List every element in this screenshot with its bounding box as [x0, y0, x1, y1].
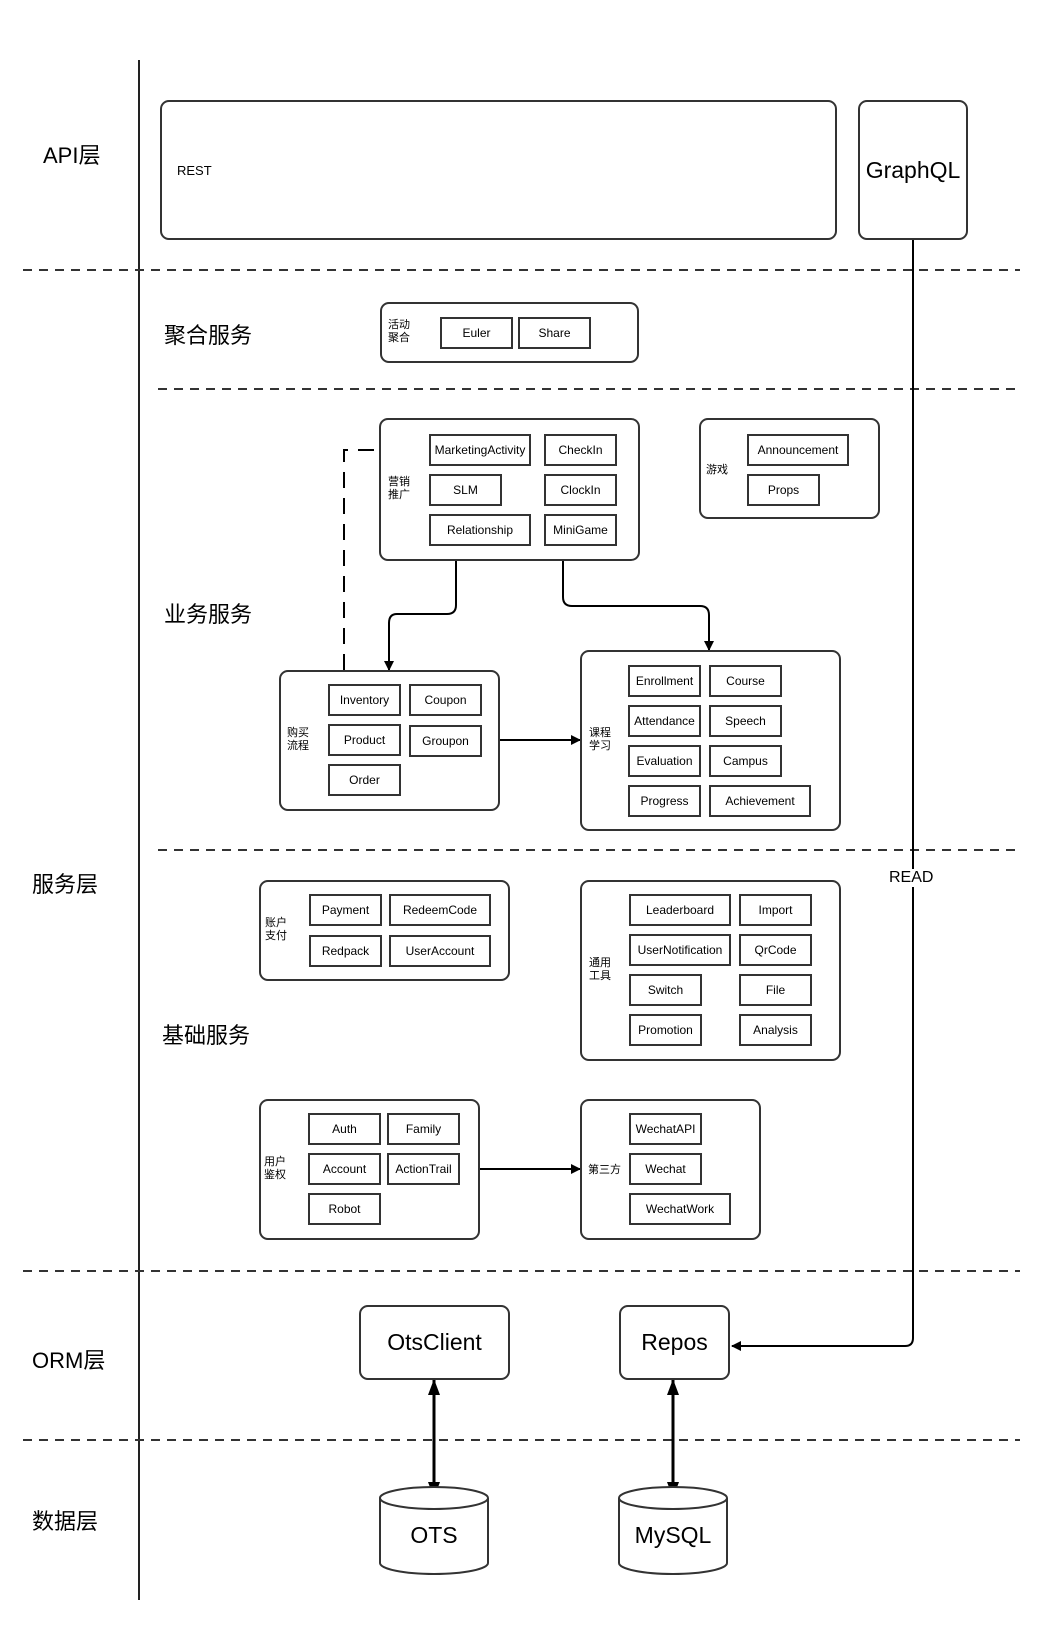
module-evaluation[interactable]: Evaluation — [628, 745, 701, 777]
module-slm[interactable]: SLM — [429, 474, 502, 506]
module-campus[interactable]: Campus — [709, 745, 782, 777]
module-redeemcode[interactable]: RedeemCode — [389, 894, 491, 926]
rest-label: REST — [177, 163, 212, 178]
module-actiontrail[interactable]: ActionTrail — [387, 1153, 460, 1185]
module-minigame[interactable]: MiniGame — [544, 514, 617, 546]
module-promotion[interactable]: Promotion — [629, 1014, 702, 1046]
ots-db-label: OTS — [410, 1522, 458, 1548]
module-wechat[interactable]: Wechat — [629, 1153, 702, 1185]
mysql-db-label: MySQL — [634, 1522, 712, 1548]
section-label-foundation: 基础服务 — [162, 1023, 251, 1048]
section-label-aggregate: 聚合服务 — [164, 323, 253, 348]
module-attendance[interactable]: Attendance — [628, 705, 701, 737]
module-product[interactable]: Product — [328, 724, 401, 756]
module-enrollment[interactable]: Enrollment — [628, 665, 701, 697]
module-payment[interactable]: Payment — [309, 894, 382, 926]
layer-label-api: API层 — [43, 143, 101, 168]
module-account[interactable]: Account — [308, 1153, 381, 1185]
module-inventory[interactable]: Inventory — [328, 684, 401, 716]
module-wechatapi[interactable]: WechatAPI — [629, 1113, 702, 1145]
otsclient-label: OtsClient — [387, 1329, 482, 1355]
module-marketingactivity[interactable]: MarketingActivity — [429, 434, 531, 466]
group-label-course: 课程 学习 — [589, 727, 611, 752]
repos-label: Repos — [641, 1329, 708, 1355]
module-progress[interactable]: Progress — [628, 785, 701, 817]
module-achievement[interactable]: Achievement — [709, 785, 811, 817]
graphql-api-box[interactable]: GraphQL — [858, 100, 968, 240]
module-relationship[interactable]: Relationship — [429, 514, 531, 546]
module-checkin[interactable]: CheckIn — [544, 434, 617, 466]
module-leaderboard[interactable]: Leaderboard — [629, 894, 731, 926]
group-label-marketing: 营销 推广 — [388, 476, 410, 501]
module-props[interactable]: Props — [747, 474, 820, 506]
module-usernotification[interactable]: UserNotification — [629, 934, 731, 966]
module-groupon[interactable]: Groupon — [409, 725, 482, 757]
module-redpack[interactable]: Redpack — [309, 935, 382, 967]
module-file[interactable]: File — [739, 974, 812, 1006]
group-label-common-tools: 通用 工具 — [589, 957, 611, 982]
edge-marketing-to-course — [562, 561, 714, 651]
module-wechatwork[interactable]: WechatWork — [629, 1193, 731, 1225]
group-label-purchase: 购买 流程 — [287, 727, 309, 752]
module-euler[interactable]: Euler — [440, 317, 513, 349]
module-switch[interactable]: Switch — [629, 974, 702, 1006]
edge-marketing-to-purchase — [384, 561, 457, 671]
module-robot[interactable]: Robot — [308, 1193, 381, 1225]
read-edge-label: READ — [888, 869, 935, 887]
module-analysis[interactable]: Analysis — [739, 1014, 812, 1046]
module-course[interactable]: Course — [709, 665, 782, 697]
connector-layer — [23, 60, 1020, 1600]
module-useraccount[interactable]: UserAccount — [389, 935, 491, 967]
group-label-activity-aggregate: 活动 聚合 — [388, 319, 410, 344]
module-clockin[interactable]: ClockIn — [544, 474, 617, 506]
group-label-game: 游戏 — [706, 464, 728, 476]
orm-repos-box[interactable]: Repos — [619, 1305, 730, 1380]
section-label-business: 业务服务 — [164, 602, 253, 627]
layer-label-data: 数据层 — [32, 1509, 99, 1534]
group-label-account-payment: 账户 支付 — [265, 917, 287, 942]
module-import[interactable]: Import — [739, 894, 812, 926]
module-coupon[interactable]: Coupon — [409, 684, 482, 716]
orm-otsclient-box[interactable]: OtsClient — [359, 1305, 510, 1380]
graphql-label: GraphQL — [865, 156, 961, 183]
rest-api-box[interactable]: REST — [160, 100, 837, 240]
group-label-third-party: 第三方 — [588, 1164, 621, 1176]
module-speech[interactable]: Speech — [709, 705, 782, 737]
module-auth[interactable]: Auth — [308, 1113, 381, 1145]
module-share[interactable]: Share — [518, 317, 591, 349]
group-label-user-auth: 用户 鉴权 — [264, 1156, 286, 1181]
layer-label-orm: ORM层 — [32, 1348, 106, 1373]
module-family[interactable]: Family — [387, 1113, 460, 1145]
module-qrcode[interactable]: QrCode — [739, 934, 812, 966]
module-announcement[interactable]: Announcement — [747, 434, 849, 466]
module-order[interactable]: Order — [328, 764, 401, 796]
layer-label-service: 服务层 — [32, 872, 99, 897]
